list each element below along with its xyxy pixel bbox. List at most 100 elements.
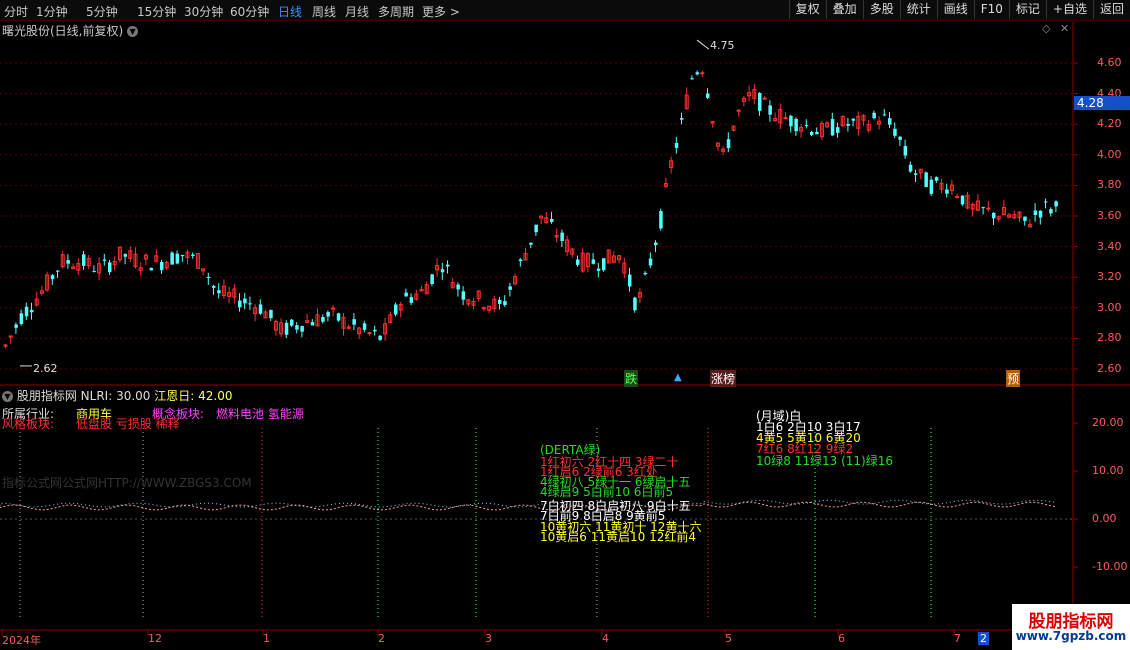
candle-body [955,195,960,198]
date-tick-label: 2 [978,632,989,645]
candle-body [19,313,24,324]
candle-body [14,324,18,328]
candle-body [238,300,242,308]
candle-body [924,172,928,188]
candle-body [212,285,216,288]
stock-title-text: 曙光股份(日线,前复权) [2,24,124,38]
candle-body [680,118,684,120]
watermark-url-text: 指标公式网公式网HTTP://WWW.ZBGS3.COM [2,476,252,490]
candle-body [50,275,55,280]
candle-body [992,212,996,219]
candle-body [981,207,986,209]
price-tick-label: 3.60 [1097,209,1122,222]
high-price-label: 4.75 [710,39,735,52]
candle-body [726,139,731,149]
price-tick-label: 4.20 [1097,117,1122,131]
candle-body [908,164,913,172]
candle-body [92,270,96,272]
candle-body [633,297,637,311]
candle-body [596,268,601,271]
candle-body [206,276,211,279]
price-tick-label: 3.80 [1097,178,1122,192]
candle-body [446,264,450,267]
candle-body [534,224,538,233]
candle-body [300,326,304,332]
price-grid [0,62,1073,370]
candle-body [706,93,710,98]
zhangbang-tag: 涨榜 [710,370,737,387]
candle-body [1023,216,1027,221]
candle-body [815,131,819,135]
candle-body [591,259,596,264]
candle-body [30,309,34,313]
candle-body [24,306,29,317]
close-icon[interactable]: ✕ [1060,22,1069,35]
brand-watermark: 股朋指标网 www.7gpzb.com [1012,604,1130,650]
candle-body [674,142,679,148]
candle-body [758,92,762,111]
candle-body [1044,201,1048,203]
candle-body [258,304,263,314]
style-value: 低盘股 亏损股 稀释 [76,417,180,431]
price-tick-label: 2.80 [1097,331,1122,345]
yuedu-row-4: 10绿8 11绿13 (11)绿16 [756,454,893,468]
candle-body [1033,210,1038,216]
candle-body [882,114,887,116]
candlesticks [3,39,1058,367]
candle-body [550,218,554,222]
candle-body [628,274,632,287]
candle-body [310,322,315,326]
candle-body [934,177,939,181]
candle-body [576,259,580,265]
price-tick-label: 2.60 [1097,362,1122,375]
candle-body [508,286,512,290]
nlri-value: NLRI: 30.00 [80,389,151,403]
candle-body [560,232,564,241]
date-tick-label: 2024年 [2,634,41,647]
date-tick-label: 2 [378,632,385,645]
candle-body [518,259,523,262]
indicator-tick-label: 20.00 [1092,416,1124,429]
candle-body [893,128,897,136]
jiang-value: 江恩日: 42.00 [154,389,233,403]
candle-body [898,136,902,140]
kline-chart[interactable] [0,0,1130,650]
candle-body [810,131,814,135]
candle-body [160,262,164,271]
chevron-down-icon[interactable]: ▼ [127,26,139,37]
candle-body [700,72,705,75]
candle-body [394,304,398,315]
candle-body [648,258,653,266]
candle-body [290,319,294,326]
candle-body [872,112,876,119]
candle-body [269,309,273,319]
stock-title[interactable]: 曙光股份(日线,前复权) ▼ [2,22,139,39]
date-tick-label: 12 [148,632,162,645]
candle-body [56,270,60,272]
candle-body [149,267,154,271]
candle-body [170,252,174,265]
candle-body [736,109,741,112]
price-tick-label: 4.00 [1097,147,1122,161]
chevron-down-icon[interactable]: ▼ [2,391,13,402]
date-tick-label: 5 [725,632,732,645]
date-tick-label: 4 [602,632,609,645]
diamond-icon[interactable]: ◇ [1042,22,1050,35]
date-tick-label: 1 [263,632,270,645]
candle-body [1038,210,1043,218]
up-arrow-icon: ▲ [674,372,682,383]
candle-body [430,274,434,284]
candle-body [960,195,965,205]
candle-body [409,297,414,303]
yu-tag: 预 [1006,370,1021,387]
price-tick-label: 3.00 [1097,300,1122,314]
candle-body [295,325,299,330]
candle-body [654,242,658,246]
candle-body [529,242,533,245]
candle-body [243,298,247,304]
concept-value: 燃料电池 氢能源 [216,407,304,421]
candle-body [82,254,86,266]
candle-body [888,118,892,125]
candle-body [768,105,772,115]
candle-body [762,97,767,100]
